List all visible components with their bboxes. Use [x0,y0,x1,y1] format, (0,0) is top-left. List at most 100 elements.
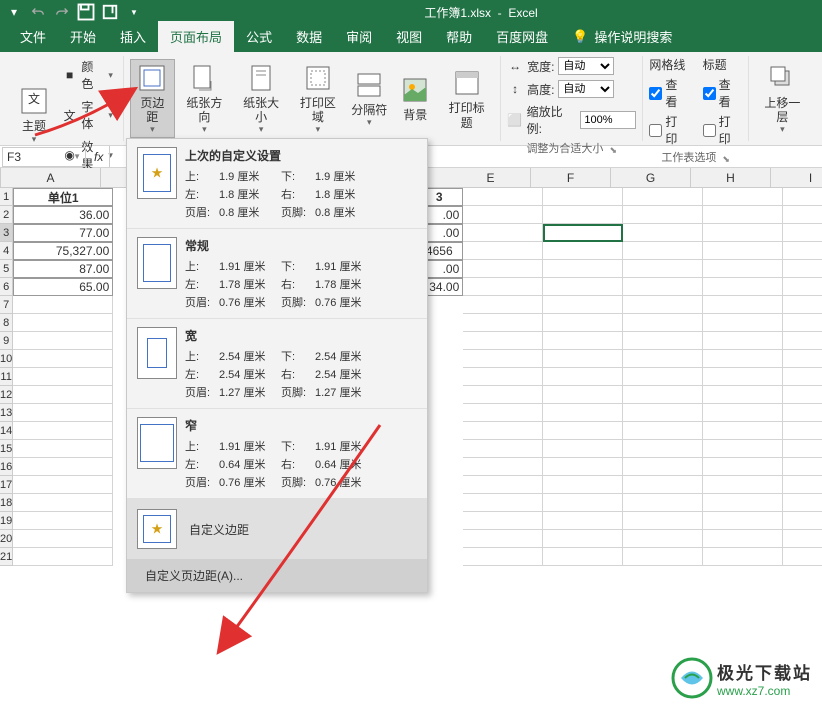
cell[interactable] [783,278,822,296]
col-header-e[interactable]: E [451,168,531,187]
cell[interactable] [13,512,113,530]
cell[interactable] [783,386,822,404]
cell[interactable] [543,530,623,548]
cell[interactable] [543,206,623,224]
col-header-a[interactable]: A [1,168,101,187]
cell[interactable] [623,494,703,512]
cell[interactable] [703,404,783,422]
scale-input[interactable] [580,111,636,129]
cell[interactable] [623,440,703,458]
margins-option-last-custom[interactable]: ★ 上次的自定义设置 上:1.9 厘米 下:1.9 厘米 左:1.8 厘米 右:… [127,139,427,229]
size-button[interactable]: 纸张大小 ▾ [234,60,289,138]
cell[interactable] [463,386,543,404]
row-header[interactable]: 13 [0,404,12,422]
cell[interactable] [463,404,543,422]
cell[interactable] [543,548,623,566]
cell[interactable] [623,260,703,278]
cell[interactable]: 单位1 [13,188,113,206]
cell[interactable]: 87.00 [13,260,113,278]
cell[interactable] [13,386,113,404]
cell[interactable] [623,314,703,332]
cell[interactable] [543,440,623,458]
cell[interactable] [463,296,543,314]
cell[interactable] [623,476,703,494]
cell[interactable] [463,512,543,530]
cell[interactable] [783,494,822,512]
cell[interactable] [543,404,623,422]
row-header[interactable]: 11 [0,368,12,386]
row-header[interactable]: 18 [0,494,12,512]
margins-option-narrow[interactable]: 窄 上:1.91 厘米 下:1.91 厘米 左:0.64 厘米 右:0.64 厘… [127,409,427,499]
row-header[interactable]: 21 [0,548,12,566]
cell[interactable] [543,458,623,476]
cell[interactable] [543,224,623,242]
tab-insert[interactable]: 插入 [108,21,158,52]
gridlines-print-checkbox[interactable]: 打印 [649,113,688,147]
tab-view[interactable]: 视图 [384,21,434,52]
cell[interactable] [783,350,822,368]
cell[interactable] [13,422,113,440]
cell[interactable] [543,188,623,206]
col-header-g[interactable]: G [611,168,691,187]
cell[interactable] [783,440,822,458]
cell[interactable] [463,368,543,386]
tab-baidu[interactable]: 百度网盘 [484,21,560,52]
cell[interactable] [543,278,623,296]
cell[interactable] [543,512,623,530]
row-header[interactable]: 14 [0,422,12,440]
cell[interactable] [703,530,783,548]
tab-home[interactable]: 开始 [58,21,108,52]
cell[interactable] [13,350,113,368]
cell[interactable] [463,278,543,296]
cell[interactable] [623,188,703,206]
tab-help[interactable]: 帮助 [434,21,484,52]
cell[interactable] [463,260,543,278]
margins-option-normal[interactable]: 常规 上:1.91 厘米 下:1.91 厘米 左:1.78 厘米 右:1.78 … [127,229,427,319]
cell[interactable] [463,494,543,512]
background-button[interactable]: 背景 [393,72,437,124]
cell[interactable] [703,188,783,206]
cell[interactable] [13,458,113,476]
col-header-f[interactable]: F [531,168,611,187]
cell[interactable] [703,206,783,224]
cell[interactable] [783,260,822,278]
undo-button[interactable] [28,2,48,22]
cell[interactable] [623,242,703,260]
headings-view-checkbox[interactable]: 查看 [703,76,742,110]
cell[interactable] [703,314,783,332]
cell[interactable] [703,422,783,440]
tab-review[interactable]: 审阅 [334,21,384,52]
cell[interactable] [783,512,822,530]
row-header[interactable]: 19 [0,512,12,530]
cell[interactable] [543,494,623,512]
cell[interactable] [783,314,822,332]
row-header[interactable]: 10 [0,350,12,368]
cell[interactable] [623,350,703,368]
cell[interactable] [623,368,703,386]
cell[interactable] [703,224,783,242]
cell[interactable]: 77.00 [13,224,113,242]
tab-pagelayout[interactable]: 页面布局 [158,21,234,52]
cell[interactable] [13,476,113,494]
cell[interactable] [463,440,543,458]
cell[interactable] [783,242,822,260]
tab-formulas[interactable]: 公式 [234,21,284,52]
row-header[interactable]: 5 [0,260,12,278]
col-header-i[interactable]: I [771,168,822,187]
row-header[interactable]: 3 [0,224,12,242]
bringforward-button[interactable]: 上移一层 ▾ [755,60,810,138]
row-header[interactable]: 15 [0,440,12,458]
cell[interactable] [13,530,113,548]
cell[interactable]: 36.00 [13,206,113,224]
cell[interactable] [13,404,113,422]
cell[interactable] [783,530,822,548]
cell[interactable] [463,476,543,494]
row-header[interactable]: 12 [0,386,12,404]
colors-button[interactable]: ■ 颜色▾ [58,56,117,94]
cell[interactable] [543,296,623,314]
cell[interactable] [783,404,822,422]
cell[interactable] [703,494,783,512]
tab-file[interactable]: 文件 [8,21,58,52]
cell[interactable] [783,458,822,476]
cell[interactable]: 65.00 [13,278,113,296]
